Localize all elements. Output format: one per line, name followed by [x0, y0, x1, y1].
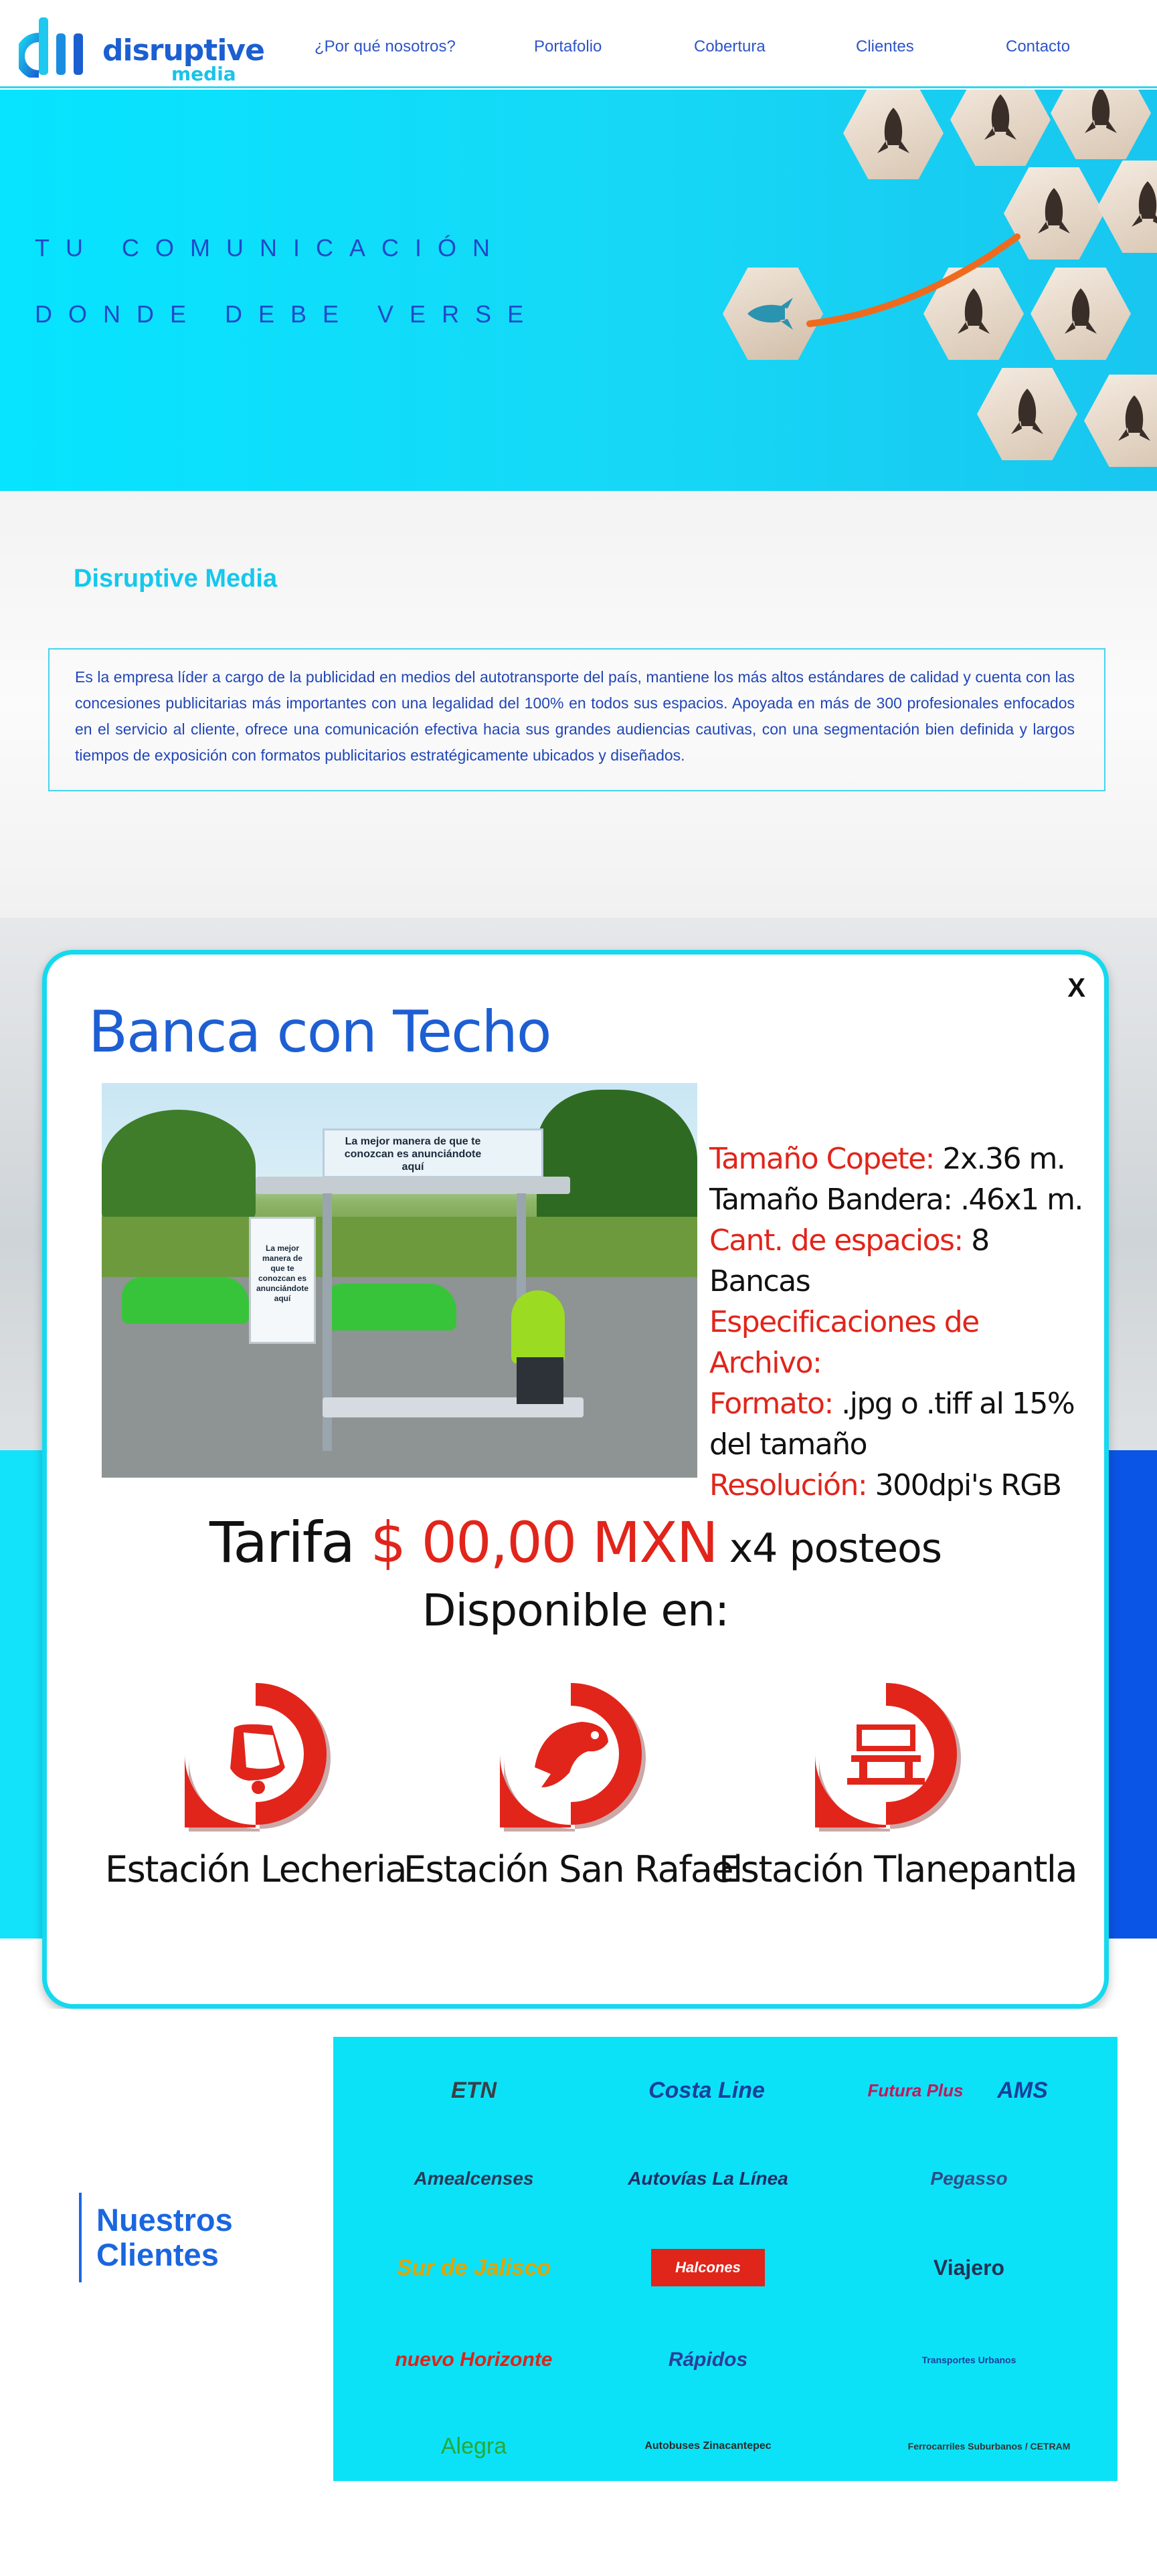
price-value: $ 00,00 MXN	[370, 1510, 719, 1575]
spec-key: Cant. de espacios:	[709, 1223, 964, 1258]
spec-value: Tamaño Bandera: .46x1 m.	[709, 1183, 1083, 1217]
client-logo-sur-de-jalisco[interactable]: Sur de Jalisco	[373, 2241, 574, 2294]
spec-key: Especificaciones de Archivo:	[709, 1305, 980, 1380]
spec-key: Tamaño Copete:	[709, 1142, 935, 1176]
nav-cobertura[interactable]: Cobertura	[694, 37, 766, 56]
spec-value: 2x.36 m.	[933, 1142, 1065, 1176]
client-logo-alegra[interactable]: Alegra	[373, 2419, 574, 2473]
spec-key: Formato:	[709, 1387, 834, 1421]
hero-line-2: DONDE DEBE VERSE	[35, 300, 540, 328]
about-paragraph: Es la empresa líder a cargo de la public…	[75, 668, 1075, 764]
clients-section: Nuestros Clientes ETN Costa Line Futura …	[0, 2009, 1157, 2576]
rocket-icon	[1132, 181, 1157, 227]
rocket-icon	[1118, 395, 1150, 441]
site-header: disruptive media ¿Por qué nosotros? Port…	[0, 0, 1157, 88]
client-logo-nuevo-horizonte[interactable]: nuevo Horizonte	[373, 2333, 574, 2387]
client-logo-transportes-urbanos[interactable]: Transportes Urbanos	[869, 2333, 1069, 2387]
spec-row: Tamaño Copete: 2x.36 m.	[709, 1138, 1084, 1179]
bell-icon	[185, 1683, 331, 1831]
rocket-icon	[877, 108, 909, 153]
client-logo-costa-line[interactable]: Costa Line	[606, 2064, 807, 2117]
disruptive-media-logo[interactable]: disruptive media	[19, 11, 265, 85]
client-logo-rapidos[interactable]: Rápidos	[608, 2333, 808, 2387]
spec-row: Cant. de espacios: 8 Bancas	[709, 1220, 1084, 1302]
nav-contacto[interactable]: Contacto	[1006, 37, 1070, 56]
factory-icon	[815, 1683, 961, 1831]
bench-photo: La mejor manera de que te conozcan es an…	[102, 1083, 697, 1478]
spec-row: Resolución: 300dpi's RGB	[709, 1465, 1084, 1506]
specs-list: Tamaño Copete: 2x.36 m. Tamaño Bandera: …	[709, 1138, 1084, 1506]
hexagon-rockets-image	[723, 90, 1157, 491]
hero-line-1: TU COMUNICACIÓN	[35, 234, 506, 262]
nav-por-que-nosotros[interactable]: ¿Por qué nosotros?	[315, 37, 456, 56]
rocket-trail-icon	[806, 233, 1020, 327]
rocket-icon	[1038, 188, 1070, 233]
client-logo-pegasso[interactable]: Pegasso	[869, 2152, 1069, 2205]
station-san-rafael[interactable]: Estación San Rafael	[404, 1680, 743, 1890]
client-logo-amealcenses[interactable]: Amealcenses	[373, 2152, 574, 2205]
tarifa-label: Tarifa	[209, 1510, 371, 1575]
nav-clientes[interactable]: Clientes	[856, 37, 914, 56]
logo-sub-text: media	[171, 63, 236, 85]
spec-row: Tamaño Bandera: .46x1 m.	[709, 1179, 1084, 1220]
price-suffix: x4 posteos	[717, 1525, 942, 1572]
logo-mark-icon	[19, 17, 83, 78]
hero-banner: TU COMUNICACIÓN DONDE DEBE VERSE	[0, 90, 1157, 491]
close-button[interactable]: X	[1067, 973, 1085, 1003]
clients-divider	[79, 2193, 82, 2282]
rocket-icon	[984, 94, 1016, 140]
client-logo-zinacantepec[interactable]: Autobuses Zinacantepec	[608, 2419, 808, 2473]
client-logo-halcones[interactable]: Halcones	[651, 2249, 765, 2286]
spec-row: Formato: .jpg o .tiff al 15% del tamaño	[709, 1383, 1084, 1465]
clients-logo-panel: ETN Costa Line Futura Plus AMS Amealcens…	[333, 2037, 1118, 2481]
station-label: Estación San Rafael	[404, 1848, 743, 1890]
spec-value: 300dpi's RGB	[867, 1468, 1062, 1502]
available-label: Disponible en:	[422, 1585, 729, 1636]
clients-title-line2: Clientes	[96, 2237, 219, 2272]
rocket-icon	[1065, 288, 1097, 334]
client-logo-etn[interactable]: ETN	[373, 2064, 574, 2117]
about-section: Disruptive Media Es la empresa líder a c…	[0, 492, 1157, 918]
clients-title: Nuestros Clientes	[96, 2203, 233, 2272]
modal-title: Banca con Techo	[88, 999, 552, 1066]
client-logo-ferrocarriles-cetram[interactable]: Ferrocarriles Suburbanos / CETRAM	[889, 2419, 1089, 2473]
about-text-box: Es la empresa líder a cargo de la public…	[48, 648, 1105, 791]
client-logo-autovias[interactable]: Autovías La Línea	[608, 2152, 808, 2205]
clients-title-line1: Nuestros	[96, 2202, 233, 2238]
station-label: Estación Tlanepantla	[719, 1848, 1078, 1890]
rocket-launch-icon	[747, 298, 793, 330]
panel-text: La mejor manera de que te conozcan es an…	[256, 1244, 308, 1303]
rocket-icon	[1011, 389, 1043, 434]
product-modal: X Banca con Techo La mejor manera de que…	[42, 950, 1109, 2009]
station-lecheria[interactable]: Estación Lecheria	[88, 1680, 423, 1890]
spec-row: Especificaciones de Archivo:	[709, 1302, 1084, 1383]
spec-key: Resolución:	[709, 1468, 868, 1502]
price-line: Tarifa $ 00,00 MXN x4 posteos	[47, 1510, 1104, 1575]
rocket-icon	[1085, 90, 1117, 133]
client-logo-ams[interactable]: AMS	[956, 2064, 1089, 2117]
client-logo-viajero[interactable]: Viajero	[869, 2241, 1069, 2294]
about-title: Disruptive Media	[74, 565, 278, 593]
nav-portafolio[interactable]: Portafolio	[534, 37, 602, 56]
station-tlanepantla[interactable]: Estación Tlanepantla	[719, 1680, 1078, 1890]
station-label: Estación Lecheria	[105, 1848, 407, 1890]
billboard-text: La mejor manera de que te conozcan es an…	[344, 1136, 482, 1173]
fish-icon	[500, 1683, 646, 1831]
